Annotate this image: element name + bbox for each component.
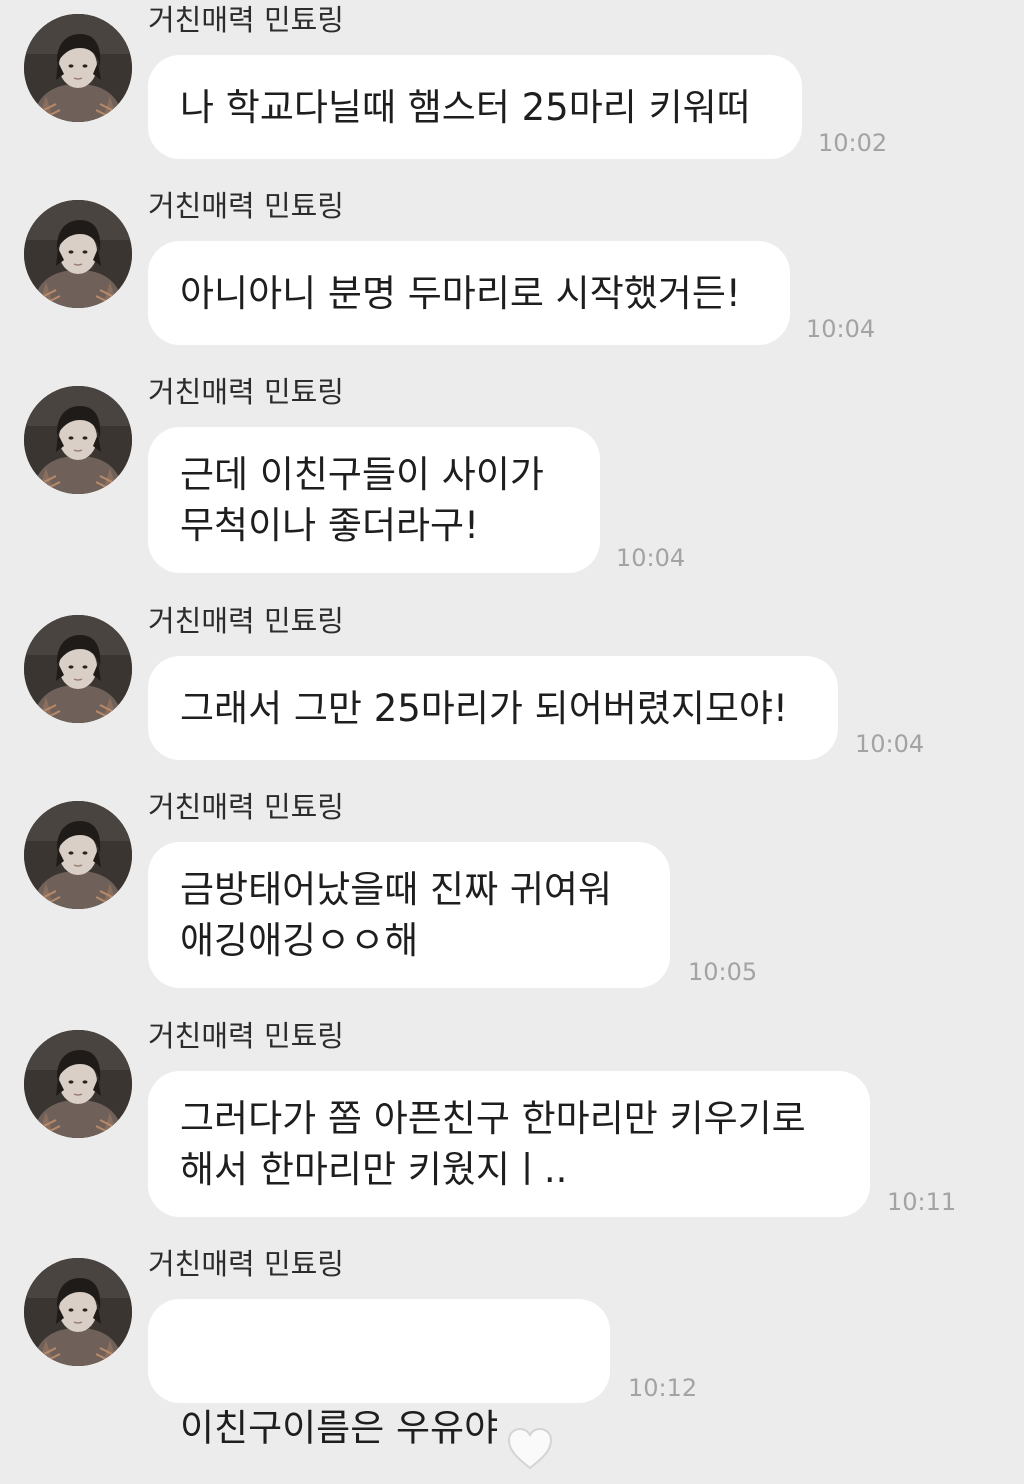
message-bubble[interactable]: 근데 이친구들이 사이가 무척이나 좋더라구! [148,427,600,573]
chat-room: 거친매력 민툐링 나 학교다닐때 햄스터 25마리 키워떠 10:02 거친매력… [0,0,1024,1470]
avatar[interactable] [24,14,132,122]
message-time: 10:11 [887,1188,957,1216]
avatar[interactable] [24,1258,132,1366]
message-time: 10:12 [628,1374,698,1402]
message-text: 이친구이름은 우유야 [180,1406,499,1450]
sender-name: 거친매력 민툐링 [148,375,344,409]
avatar[interactable] [24,386,132,494]
sender-name: 거친매력 민툐링 [148,790,344,824]
avatar[interactable] [24,1030,132,1138]
sender-name: 거친매력 민툐링 [148,1019,344,1053]
message-time: 10:02 [818,129,888,157]
message-bubble[interactable]: 아니아니 분명 두마리로 시작했거든! [148,241,790,345]
message-time: 10:04 [616,544,686,572]
sender-name: 거친매력 민툐링 [148,189,344,223]
message-bubble[interactable]: 금방태어났을때 진짜 귀여워 애깅애깅ㅇㅇ해 [148,842,670,988]
message-bubble[interactable]: 나 학교다닐때 햄스터 25마리 키워떠 [148,55,802,159]
message-time: 10:04 [855,730,925,758]
sender-name: 거친매력 민툐링 [148,604,344,638]
message-time: 10:04 [806,315,876,343]
message-bubble[interactable]: 그래서 그만 25마리가 되어버렸지모야! [148,656,838,760]
sender-name: 거친매력 민툐링 [148,1247,344,1281]
avatar[interactable] [24,200,132,308]
sender-name: 거친매력 민툐링 [148,3,344,37]
avatar[interactable] [24,801,132,909]
message-bubble[interactable]: 그러다가 쫌 아픈친구 한마리만 키우기로 해서 한마리만 키웠지ㅣ.. [148,1071,870,1217]
message-bubble[interactable]: 이친구이름은 우유야 [148,1299,610,1470]
white-heart-icon [506,1376,554,1484]
avatar[interactable] [24,615,132,723]
message-time: 10:05 [688,958,758,986]
